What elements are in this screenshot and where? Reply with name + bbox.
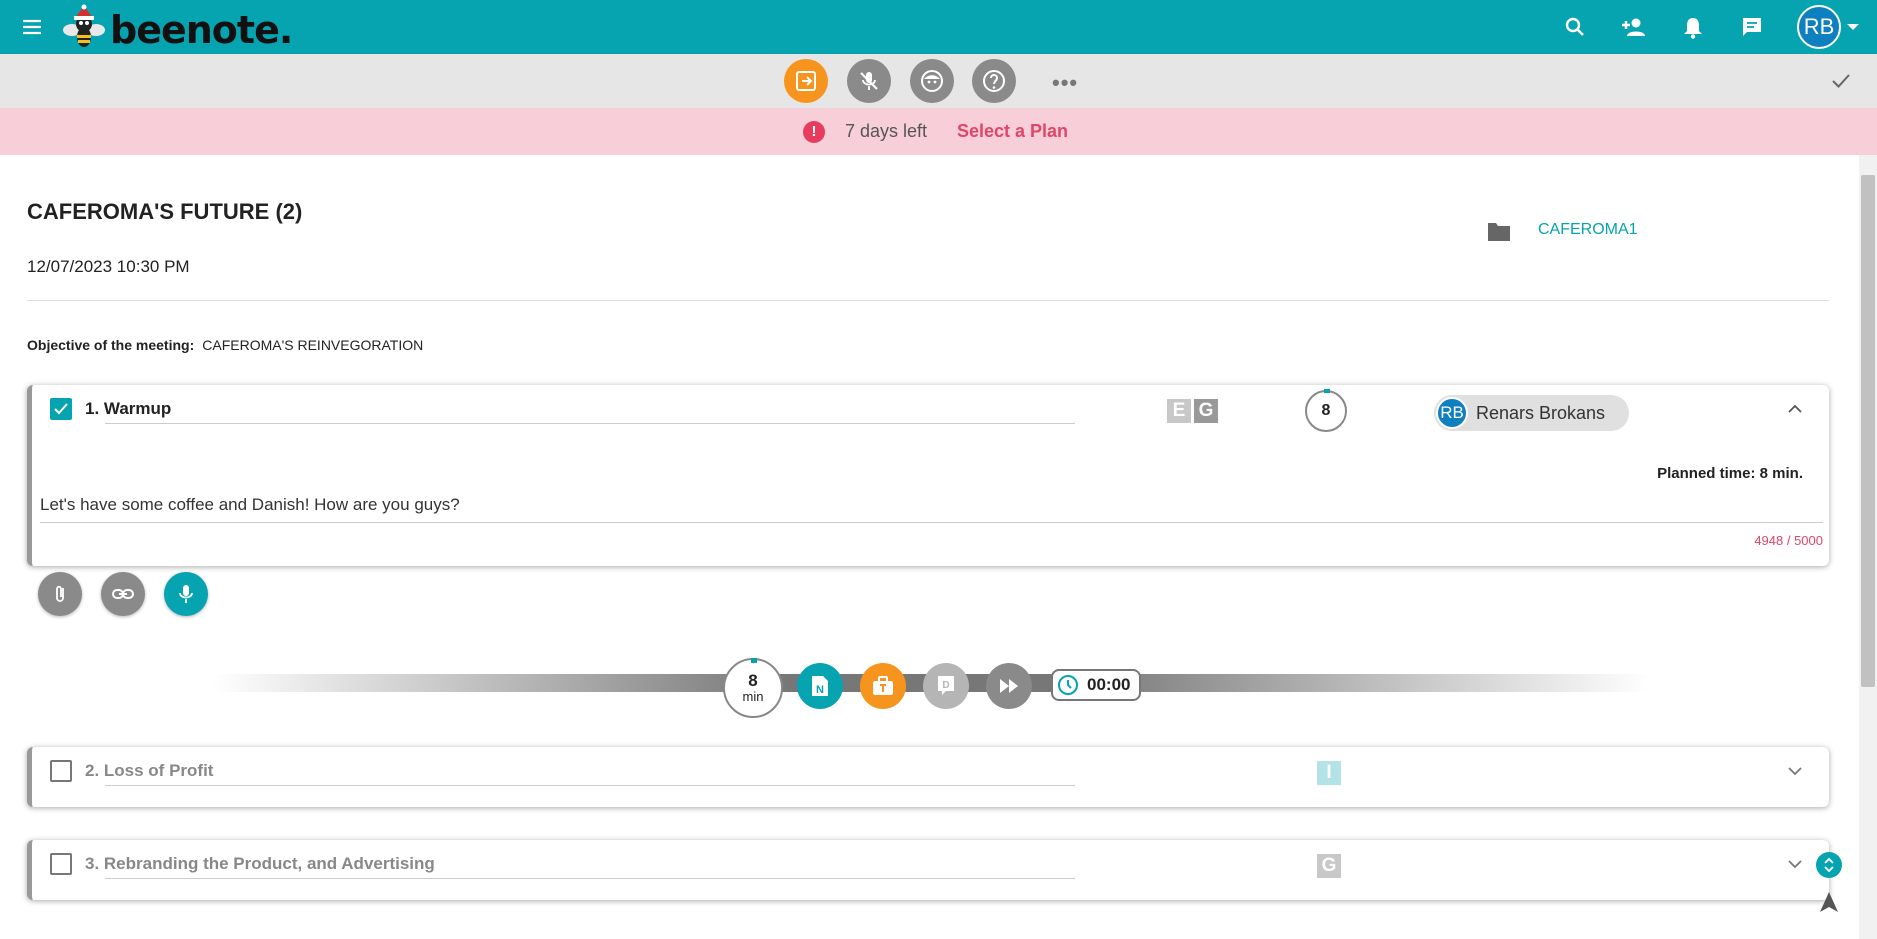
attach-file-button[interactable]	[38, 572, 82, 616]
scroll-toggle-button[interactable]	[1816, 852, 1842, 878]
tag-g[interactable]: G	[1317, 854, 1341, 878]
description-underline	[40, 522, 1823, 523]
agenda-item-checkbox[interactable]	[50, 760, 72, 782]
timer-minutes: 8	[748, 671, 758, 690]
logo-wordmark: beenote.	[110, 8, 293, 52]
folder-link[interactable]: CAFEROMA1	[1538, 221, 1638, 239]
select-plan-link[interactable]: Select a Plan	[957, 121, 1068, 142]
meeting-objective: Objective of the meeting: CAFEROMA'S REIN…	[27, 337, 423, 353]
task-briefcase-icon	[873, 676, 893, 695]
link-icon	[112, 589, 134, 599]
header-divider	[27, 300, 1829, 301]
paperclip-icon	[56, 585, 64, 602]
exit-icon	[796, 71, 816, 91]
agenda-item-title[interactable]: 3. Rebranding the Product, and Advertisi…	[85, 854, 435, 874]
folder-icon[interactable]	[1487, 220, 1511, 242]
agenda-item-description[interactable]: Let's have some coffee and Danish! How a…	[40, 495, 460, 515]
notifications-bell-icon[interactable]	[1679, 13, 1707, 41]
help-icon	[983, 70, 1005, 92]
add-person-icon[interactable]	[1620, 13, 1648, 41]
collapse-chevron-up-icon[interactable]	[1787, 401, 1803, 417]
meeting-content: CAFEROMA'S FUTURE (2) 12/07/2023 10:30 P…	[0, 155, 1877, 939]
item-timer[interactable]: 8	[1305, 389, 1347, 432]
fast-forward-icon	[1000, 679, 1018, 693]
agenda-item-checkbox[interactable]	[50, 853, 72, 875]
alert-icon: !	[802, 120, 825, 143]
objective-value: CAFEROMA'S REINVEGORATION	[202, 337, 424, 353]
meeting-title: CAFEROMA'S FUTURE (2)	[27, 199, 303, 224]
add-task-button[interactable]	[860, 663, 906, 709]
bee-mascot-icon	[60, 4, 108, 50]
agenda-item-checkbox[interactable]	[50, 398, 72, 420]
agenda-item: 2. Loss of Profit I	[27, 747, 1829, 807]
trial-days-left: 7 days left	[844, 121, 927, 141]
trial-banner: ! 7 days left Select a Plan	[0, 108, 1877, 155]
scrollbar-thumb[interactable]	[1861, 175, 1875, 687]
objective-label: Objective of the meeting:	[27, 337, 195, 353]
vertical-scrollbar[interactable]	[1859, 155, 1877, 939]
account-menu-caret-icon[interactable]	[1847, 24, 1859, 30]
agenda-item: 1. Warmup E G 8 RB Renars Brokans Planne…	[27, 385, 1829, 566]
character-counter: 4948 / 5000	[1754, 533, 1823, 548]
title-underline	[105, 878, 1075, 879]
top-app-bar: beenote. RB	[0, 0, 1877, 54]
clock-icon	[1058, 675, 1078, 695]
facilitator-mode-button[interactable]	[910, 59, 954, 103]
search-icon[interactable]	[1561, 13, 1589, 41]
decision-icon: D	[938, 676, 954, 695]
user-avatar[interactable]: RB	[1797, 5, 1841, 49]
assignee-avatar: RB	[1436, 397, 1468, 429]
hamburger-menu-icon[interactable]	[20, 15, 44, 39]
chat-message-icon[interactable]	[1738, 13, 1766, 41]
meeting-timer[interactable]: 8 min	[723, 658, 783, 718]
agenda-item: 3. Rebranding the Product, and Advertisi…	[27, 840, 1829, 900]
record-voice-button[interactable]	[164, 572, 208, 616]
assignee-chip[interactable]: RB Renars Brokans	[1434, 395, 1629, 431]
expand-chevron-down-icon[interactable]	[1787, 856, 1803, 872]
elapsed-time-display: 00:00	[1051, 669, 1141, 701]
title-underline	[105, 423, 1075, 424]
complete-meeting-check-icon[interactable]	[1829, 69, 1853, 93]
tag-e[interactable]: E	[1167, 399, 1191, 423]
mute-microphone-button[interactable]	[847, 59, 891, 103]
assignee-name: Renars Brokans	[1476, 402, 1606, 423]
title-underline	[105, 785, 1075, 786]
tag-g[interactable]: G	[1194, 399, 1218, 423]
elapsed-time: 00:00	[1087, 675, 1131, 694]
more-options-icon[interactable]: •••	[1052, 70, 1078, 96]
beenote-logo[interactable]: beenote.	[60, 4, 293, 52]
meeting-toolbar: •••	[0, 54, 1877, 108]
check-icon	[54, 403, 68, 415]
svg-text:N: N	[816, 684, 824, 696]
planned-time: Planned time: 8 min.	[1657, 465, 1803, 482]
navigate-arrow-icon[interactable]	[1817, 890, 1841, 914]
tag-i[interactable]: I	[1317, 761, 1341, 785]
add-link-button[interactable]	[101, 572, 145, 616]
microphone-icon	[179, 585, 193, 603]
add-note-button[interactable]: N	[797, 663, 843, 709]
mic-off-icon	[860, 72, 878, 90]
meeting-datetime: 12/07/2023 10:30 PM	[27, 257, 190, 276]
add-decision-button[interactable]: D	[923, 663, 969, 709]
svg-text:D: D	[942, 680, 949, 691]
agenda-item-title[interactable]: 2. Loss of Profit	[85, 761, 213, 781]
unfold-icon	[1824, 857, 1834, 873]
agenda-item-title[interactable]: 1. Warmup	[85, 399, 171, 419]
help-button[interactable]	[972, 59, 1016, 103]
next-item-button[interactable]	[986, 663, 1032, 709]
expand-chevron-down-icon[interactable]	[1787, 763, 1803, 779]
face-icon	[921, 70, 943, 92]
exit-meeting-button[interactable]	[784, 59, 828, 103]
timer-unit: min	[742, 689, 764, 704]
note-icon: N	[812, 676, 828, 696]
